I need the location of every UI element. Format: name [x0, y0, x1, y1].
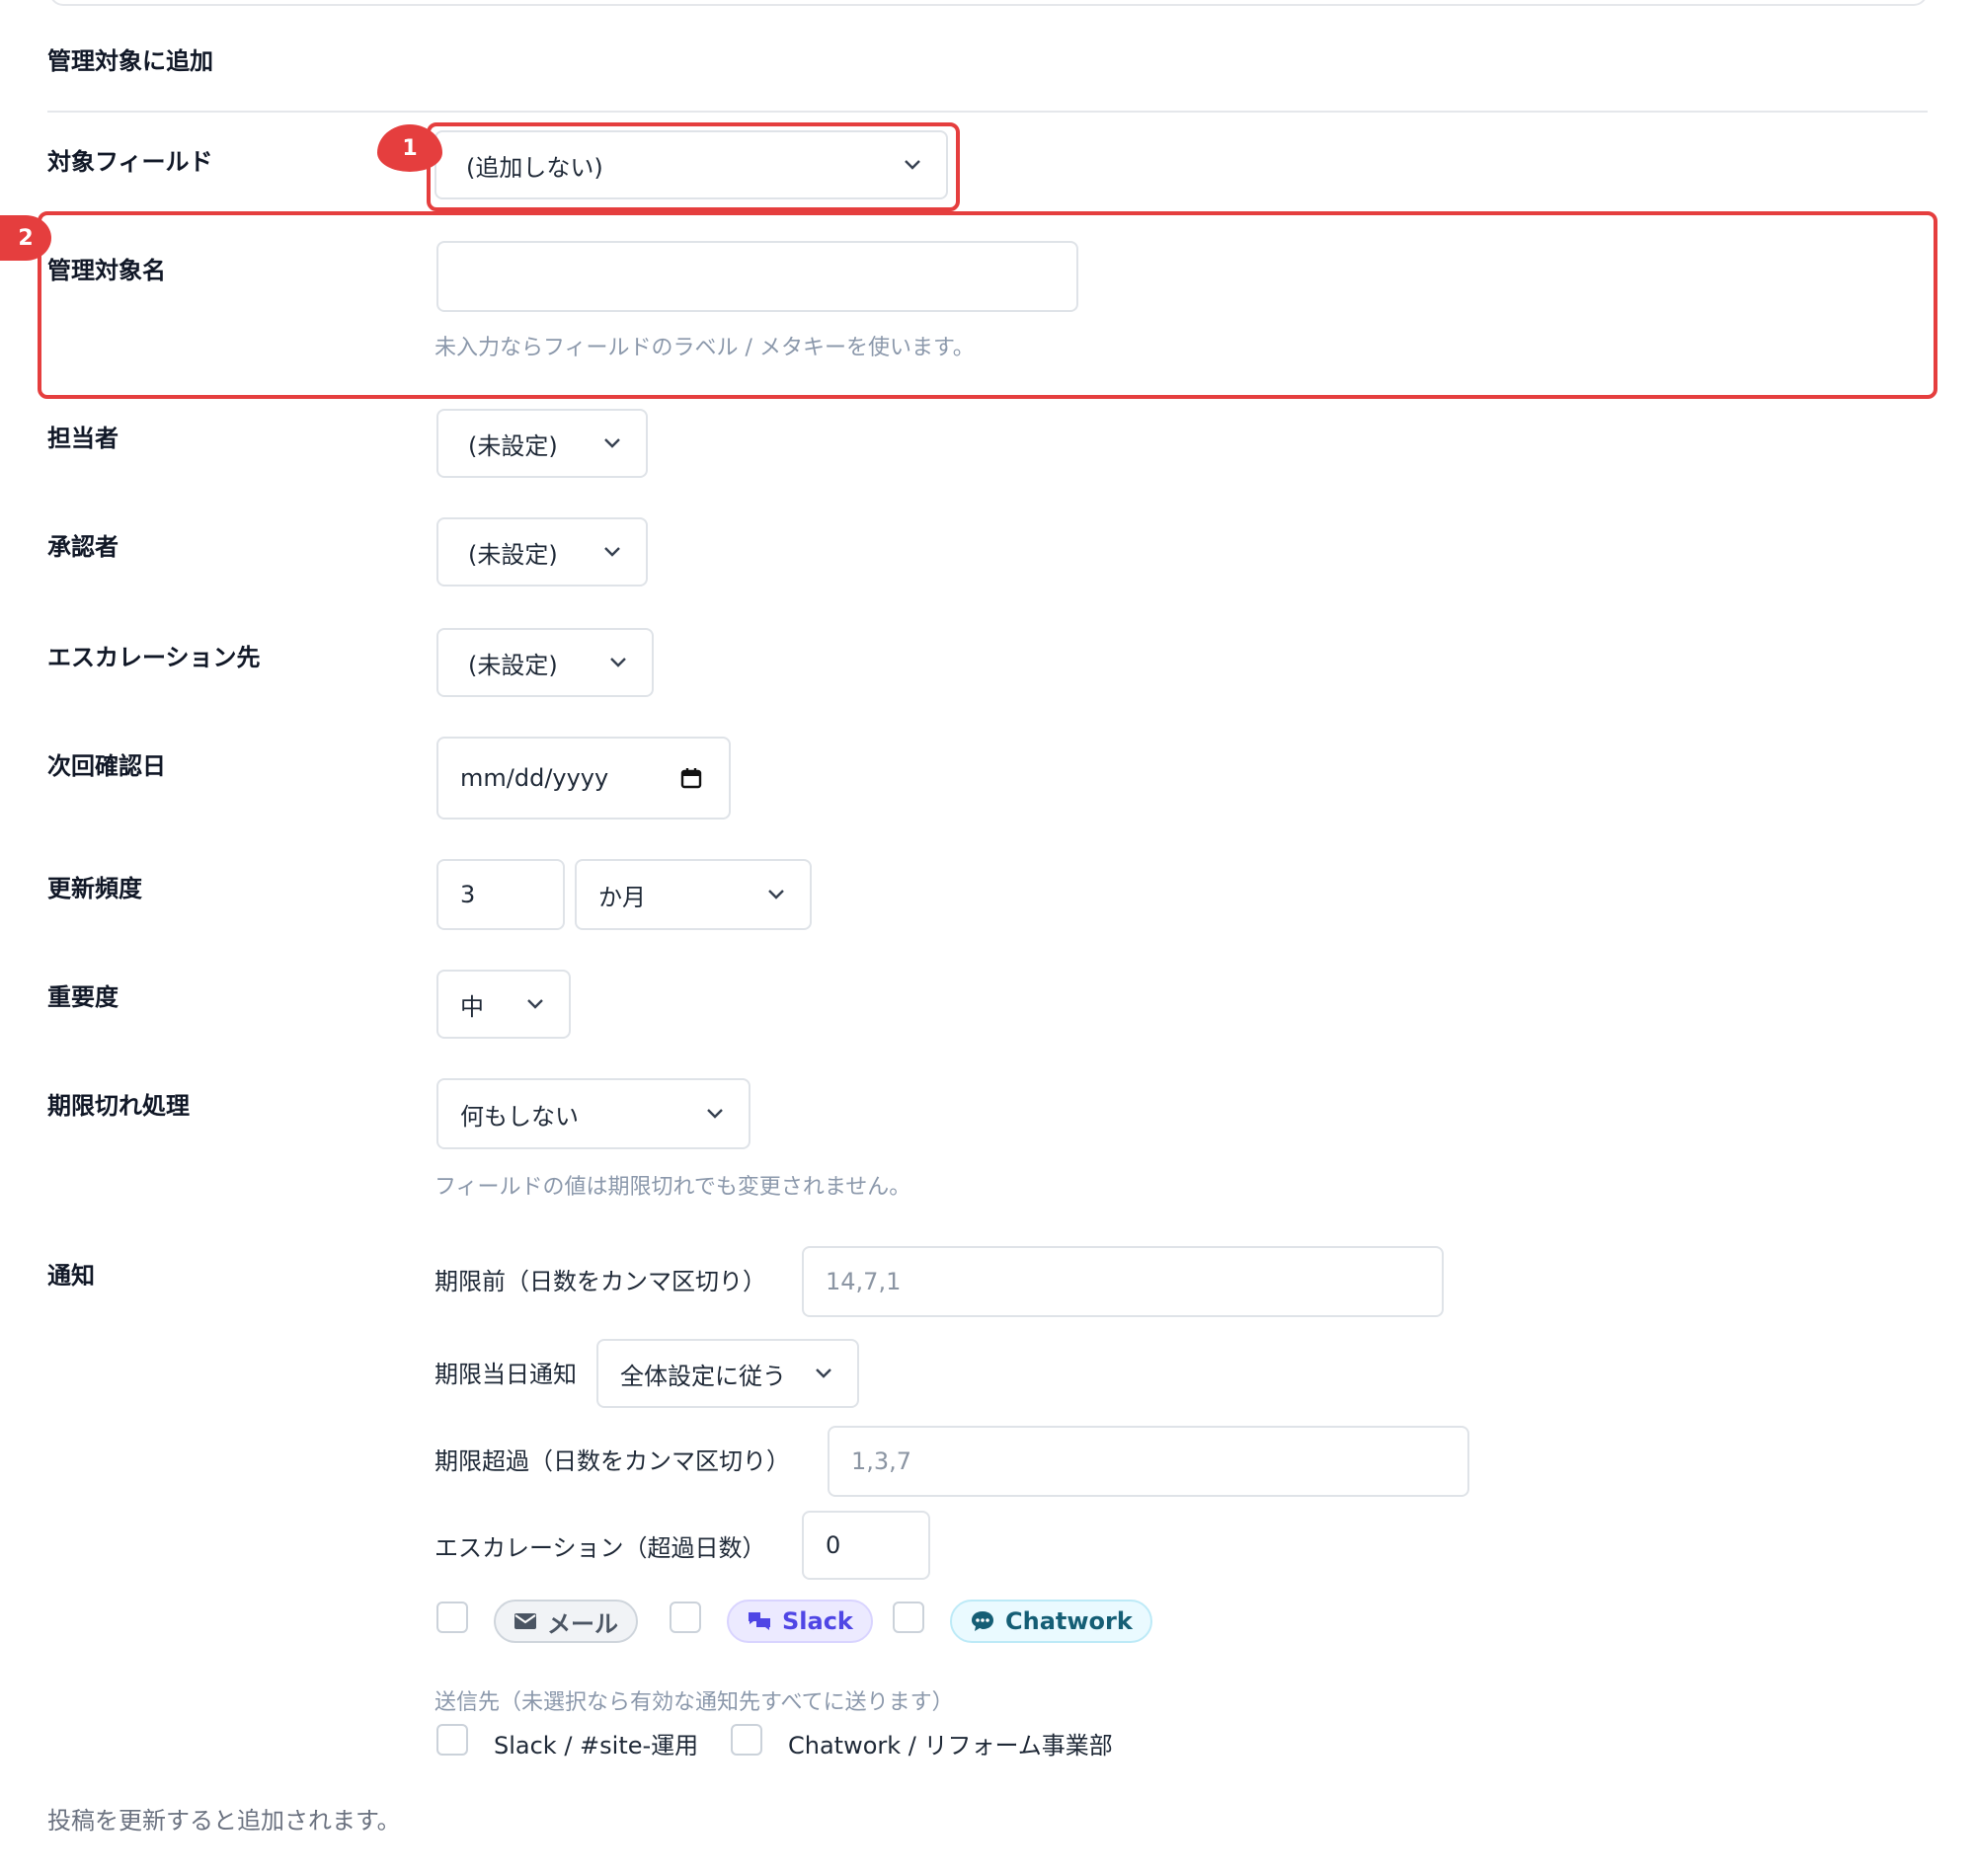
section-divider	[47, 111, 1928, 113]
chatwork-checkbox[interactable]	[893, 1602, 924, 1633]
assignee-label: 担当者	[47, 425, 118, 452]
notify-label: 通知	[47, 1262, 95, 1290]
recipient-chatwork-label: Chatwork / リフォーム事業部	[788, 1732, 1113, 1759]
slack-chip: Slack	[727, 1600, 873, 1643]
mail-icon	[514, 1612, 537, 1630]
expiry-action-select[interactable]: 何もしない	[436, 1078, 750, 1149]
chevron-down-icon	[806, 1368, 841, 1379]
target-field-label: 対象フィールド	[47, 148, 213, 176]
slack-checkbox[interactable]	[670, 1602, 701, 1633]
importance-label: 重要度	[47, 983, 118, 1011]
assignee-select[interactable]: (未設定)	[436, 409, 648, 478]
escalation-to-select[interactable]: (未設定)	[436, 628, 654, 697]
expiry-action-label: 期限切れ処理	[47, 1092, 190, 1120]
top-card-edge	[49, 0, 1928, 6]
frequency-label: 更新頻度	[47, 875, 142, 902]
chevron-down-icon	[594, 546, 630, 558]
next-check-label: 次回確認日	[47, 752, 166, 780]
chevron-down-icon	[697, 1108, 733, 1120]
notify-escalation-label: エスカレーション（超過日数）	[434, 1534, 766, 1562]
mail-chip: メール	[494, 1600, 638, 1643]
notify-overdue-label: 期限超過（日数をカンマ区切り）	[434, 1447, 790, 1475]
frequency-number-input[interactable]: 3	[436, 859, 565, 930]
highlight-box-1	[427, 122, 960, 211]
calendar-icon[interactable]	[679, 766, 703, 790]
notify-before-label: 期限前（日数をカンマ区切り）	[434, 1268, 766, 1295]
approver-select[interactable]: (未設定)	[436, 517, 648, 586]
frequency-unit-select[interactable]: か月	[575, 859, 812, 930]
notify-overdue-input[interactable]: 1,3,7	[828, 1426, 1469, 1497]
chevron-down-icon	[517, 998, 553, 1010]
highlight-box-2	[38, 211, 1937, 399]
chatwork-chip: Chatwork	[950, 1600, 1152, 1643]
slack-chat-icon	[747, 1610, 772, 1632]
recipient-chatwork-checkbox[interactable]	[731, 1724, 762, 1756]
section-title: 管理対象に追加	[47, 47, 213, 75]
notify-before-input[interactable]: 14,7,1	[802, 1246, 1444, 1317]
notify-escalation-input[interactable]: 0	[802, 1511, 930, 1580]
approver-label: 承認者	[47, 533, 118, 561]
notify-day-of-select[interactable]: 全体設定に従う	[596, 1339, 859, 1408]
annotation-badge-2: 2	[0, 215, 51, 261]
expiry-action-help: フィールドの値は期限切れでも変更されません。	[434, 1175, 911, 1200]
escalation-to-label: エスカレーション先	[47, 644, 261, 671]
recipient-slack-label: Slack / #site-運用	[494, 1732, 699, 1759]
mail-checkbox[interactable]	[436, 1602, 468, 1633]
chevron-down-icon	[600, 657, 636, 668]
chevron-down-icon	[758, 889, 794, 900]
importance-select[interactable]: 中	[436, 970, 571, 1039]
footer-note: 投稿を更新すると追加されます。	[47, 1807, 401, 1835]
notify-day-of-label: 期限当日通知	[434, 1361, 577, 1388]
next-check-date-input[interactable]: mm/dd/yyyy	[436, 737, 731, 820]
recipients-help: 送信先（未選択なら有効な通知先すべてに送ります）	[434, 1690, 954, 1715]
chatwork-bubble-icon	[970, 1609, 995, 1633]
recipient-slack-checkbox[interactable]	[436, 1724, 468, 1756]
chevron-down-icon	[594, 437, 630, 449]
